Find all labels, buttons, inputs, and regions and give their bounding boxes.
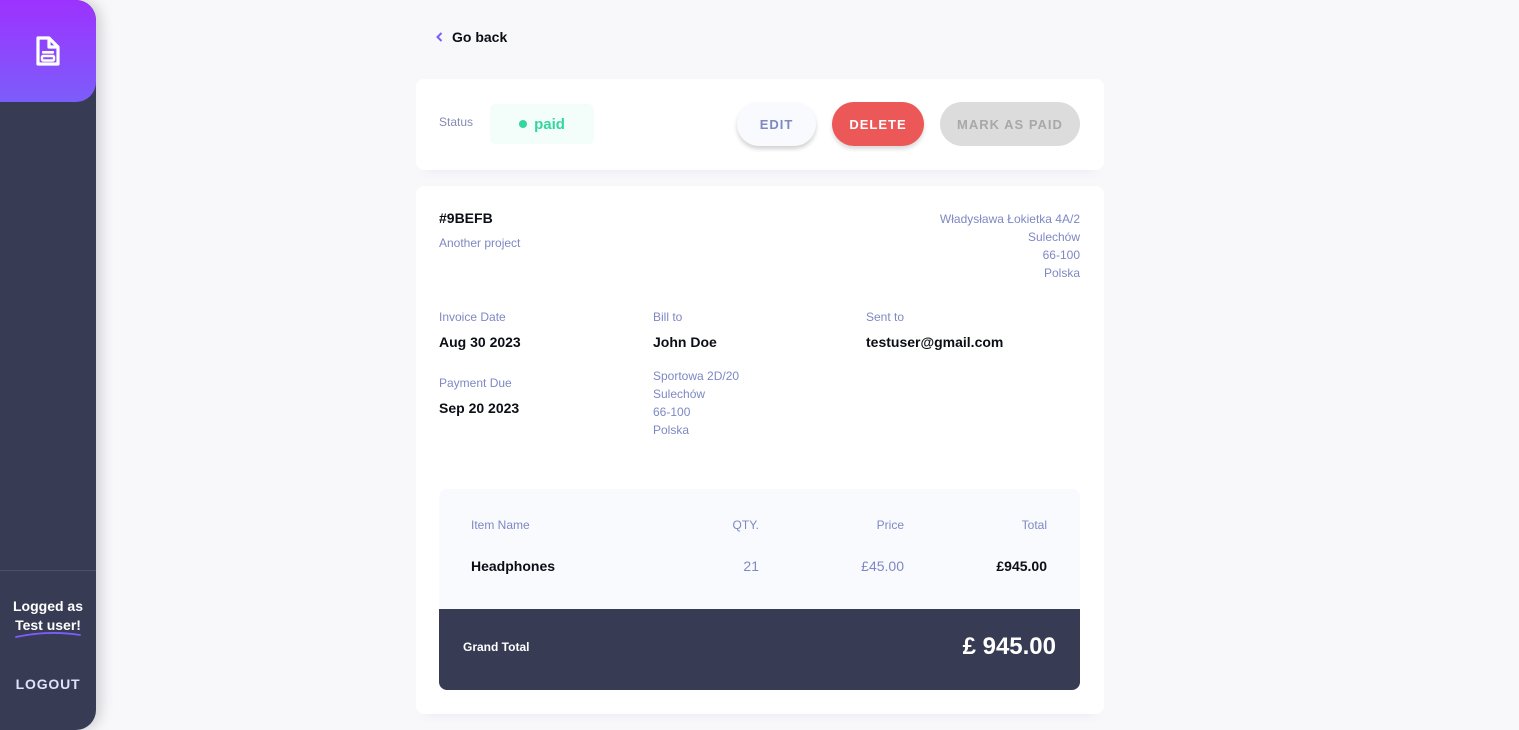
payment-due: Sep 20 2023 [439, 400, 520, 416]
item-price: £45.00 [861, 558, 904, 574]
sender-country: Polska [1043, 266, 1080, 280]
client-name: John Doe [653, 334, 717, 350]
invoice-date: Aug 30 2023 [439, 334, 521, 350]
chevron-left-icon [436, 32, 443, 42]
delete-button[interactable]: DELETE [832, 102, 924, 146]
header-qty: QTY. [732, 518, 759, 532]
invoice-date-label: Invoice Date [439, 310, 506, 324]
items-table: Item Name QTY. Price Total Headphones 21… [439, 489, 1080, 690]
logout-button[interactable]: LOGOUT [0, 676, 96, 692]
client-postcode: 66-100 [653, 405, 691, 419]
status-dot-icon [519, 120, 528, 128]
client-street: Sportowa 2D/20 [653, 369, 740, 383]
payment-due-label: Payment Due [439, 376, 512, 390]
client-city: Sulechów [653, 387, 706, 401]
sender-address: Władysława Łokietka 4A/2 Sulechów 66-100… [940, 210, 1080, 282]
go-back-link[interactable]: Go back [436, 29, 507, 45]
invoice-id: #9BEFB [439, 210, 493, 226]
app-logo[interactable] [0, 0, 96, 102]
sent-to-label: Sent to [866, 310, 905, 324]
header-total: Total [1021, 518, 1047, 532]
grand-total-amount: £ 945.00 [962, 633, 1056, 660]
item-qty: 21 [743, 558, 759, 574]
item-name: Headphones [471, 558, 556, 574]
invoice-document-icon [36, 36, 60, 66]
logged-as-label: Logged as [12, 598, 83, 614]
invoice-description: Another project [439, 236, 521, 250]
bill-to-label: Bill to [653, 310, 683, 324]
client-email: testuser@gmail.com [866, 334, 1004, 350]
status-badge: paid [490, 104, 594, 144]
user-underline-decoration [15, 632, 81, 638]
sender-city: Sulechów [1027, 230, 1080, 244]
item-total: £945.00 [996, 558, 1047, 574]
sidebar: Logged as Test user! LOGOUT [0, 0, 96, 730]
status-bar: Status paid EDIT DELETE MARK AS PAID [416, 79, 1104, 170]
grand-total-label: Grand Total [463, 640, 530, 654]
mark-as-paid-button[interactable]: MARK AS PAID [940, 102, 1080, 146]
edit-button[interactable]: EDIT [737, 102, 816, 146]
client-address: Sportowa 2D/20 Sulechów 66-100 Polska [653, 367, 739, 439]
sidebar-divider [0, 570, 96, 571]
status-label: Status [439, 115, 474, 129]
go-back-label: Go back [452, 29, 508, 45]
invoice-details: #9BEFB Another project Władysława Łokiet… [416, 186, 1104, 714]
status-value: paid [534, 115, 565, 133]
sender-postcode: 66-100 [1042, 248, 1080, 262]
header-price: Price [876, 518, 904, 532]
client-country: Polska [653, 423, 690, 437]
grand-total-bar: Grand Total £ 945.00 [439, 609, 1080, 690]
header-item-name: Item Name [471, 518, 530, 532]
sender-street: Władysława Łokietka 4A/2 [939, 212, 1080, 226]
